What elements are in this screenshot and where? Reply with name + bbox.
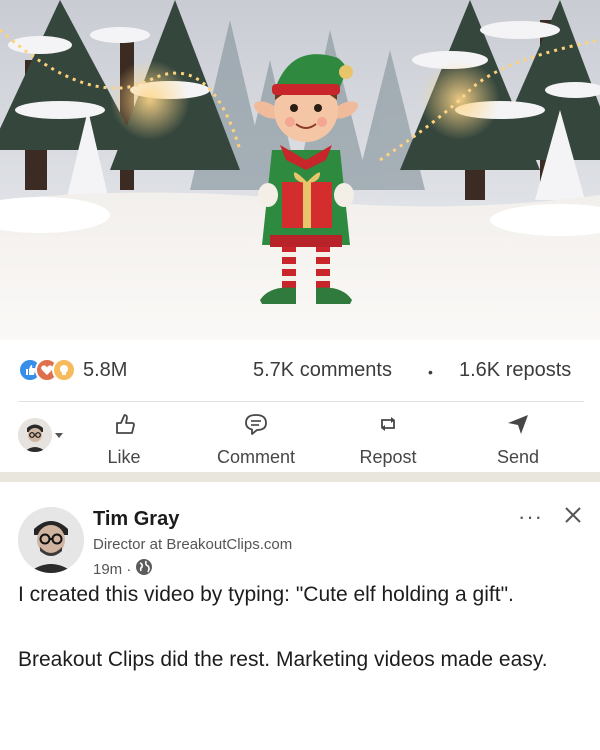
thumbs-up-icon: [112, 412, 136, 441]
send-icon: [506, 412, 530, 441]
comment-button[interactable]: Comment: [201, 412, 311, 468]
post-action-bar: Like Comment Repost Send: [0, 402, 600, 472]
reposts-count[interactable]: 1.6K reposts: [459, 359, 571, 382]
close-icon[interactable]: [562, 504, 584, 531]
repost-button[interactable]: Repost: [333, 412, 443, 468]
post-text-line-1: I created this video by typing: "Cute el…: [18, 583, 514, 606]
repost-label: Repost: [359, 447, 417, 467]
elf-video-image: [0, 0, 600, 340]
chevron-down-icon: [54, 426, 64, 444]
feed-post: Tim Gray Director at BreakoutClips.com 1…: [0, 482, 600, 750]
like-button[interactable]: Like: [69, 412, 179, 468]
post-social-counts: 5.8M 5.7K comments • 1.6K reposts: [0, 340, 600, 402]
like-label: Like: [107, 447, 141, 467]
globe-icon: [135, 558, 153, 580]
author-headline: Director at BreakoutClips.com: [93, 536, 293, 553]
reaction-count: 5.8M: [83, 358, 128, 381]
reaction-summary[interactable]: 5.8M: [18, 358, 127, 382]
author-avatar[interactable]: [18, 507, 84, 573]
send-button[interactable]: Send: [463, 412, 573, 468]
actor-switcher[interactable]: [18, 418, 64, 452]
send-label: Send: [496, 447, 540, 467]
author-name[interactable]: Tim Gray: [93, 508, 179, 531]
post-time: 19m ·: [93, 560, 132, 578]
comment-label: Comment: [216, 447, 296, 467]
avatar: [18, 418, 52, 452]
comment-icon: [244, 412, 268, 441]
more-options-icon[interactable]: ···: [518, 504, 543, 530]
post-text-line-2: Breakout Clips did the rest. Marketing v…: [18, 648, 548, 671]
post-video-thumbnail[interactable]: [0, 0, 600, 340]
post-timestamp: 19m ·: [93, 558, 153, 580]
lightbulb-icon: [52, 358, 76, 382]
repost-icon: [376, 412, 400, 441]
comments-count[interactable]: 5.7K comments: [253, 359, 392, 382]
stat-separator: •: [428, 364, 433, 380]
feed-divider: [0, 472, 600, 482]
